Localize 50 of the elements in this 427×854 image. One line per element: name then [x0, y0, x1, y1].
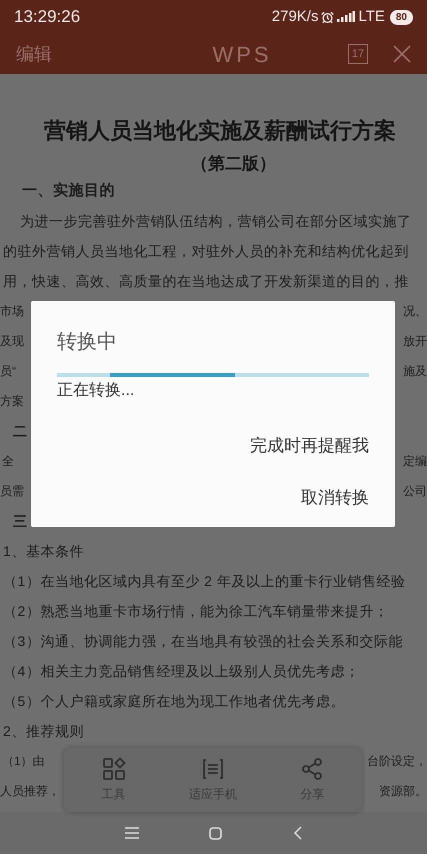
dialog-action-button[interactable]: 取消转换	[301, 482, 369, 512]
back-icon[interactable]	[292, 826, 302, 840]
grid-icon	[102, 757, 126, 781]
document-text: 市场	[0, 303, 24, 320]
edit-button[interactable]: 编辑	[16, 40, 76, 68]
document-text: 的驻外营销人员当地化工程，对驻外人员的补充和结构优化起到	[3, 242, 409, 260]
alarm-icon	[321, 10, 334, 24]
battery-indicator: 80	[390, 10, 413, 24]
document-text: 全	[2, 453, 14, 470]
document-text: （5）个人户籍或家庭所在地为现工作地者优先考虑。	[3, 692, 345, 710]
document-text: （4）相关主力竞品销售经理及以上级别人员优先考虑；	[3, 662, 360, 680]
app-logo: WPS	[212, 40, 272, 68]
document-text: 方案	[0, 393, 24, 410]
document-subtitle: （第二版）	[191, 153, 276, 176]
home-icon[interactable]	[209, 826, 222, 840]
document-text: 资源部。	[379, 783, 427, 800]
document-text: 放开	[403, 333, 427, 350]
document-text: 公司	[403, 483, 427, 500]
document-text: 三	[13, 512, 27, 530]
document-text: 及现	[0, 333, 24, 350]
document-text: （2）熟悉当地重卡市场行情，能为徐工汽车销量带来提升；	[3, 602, 388, 620]
document-text: 一、实施目的	[22, 180, 115, 201]
document-text: 员“	[0, 363, 16, 380]
document-lines-icon	[200, 757, 225, 781]
document-text: 人员推荐，	[0, 783, 60, 800]
page-count-button[interactable]: 17	[348, 44, 368, 64]
signal-icon	[337, 11, 356, 23]
document-text: （3）沟通、协调能力强，在当地具有较强的社会关系和交际能	[3, 632, 403, 650]
document-text: 为进一步完善驻外营销队伍结构，营销公司在部分区域实施了	[20, 212, 412, 230]
document-text: 施及	[403, 363, 427, 380]
document-text: 2、推荐规则	[3, 722, 84, 740]
menu-icon[interactable]	[125, 827, 140, 839]
network-type: LTE	[358, 6, 385, 27]
dialog-title: 转换中	[57, 330, 118, 355]
document-title: 营销人员当地化实施及薪酬试行方案	[44, 116, 396, 146]
document-text: 台阶设定，	[367, 753, 427, 770]
share-icon	[300, 757, 324, 781]
document-text: 况、	[403, 303, 427, 320]
document-text: （1）在当地化区域内具有至少 2 年及以上的重卡行业销售经验	[3, 572, 406, 590]
document-text: 员需	[0, 483, 24, 500]
close-icon[interactable]	[393, 45, 411, 63]
document-text: 定编	[403, 453, 427, 470]
dialog-action-button[interactable]: 完成时再提醒我	[250, 431, 369, 460]
document-text: 用，快速、高效、高质量的在当地达成了开发新渠道的目的，推	[3, 272, 409, 290]
document-text: 1、基本条件	[3, 542, 84, 560]
network-speed: 279K/s	[272, 6, 318, 27]
clock-text: 13:29:26	[14, 6, 80, 28]
document-text: （1）由	[2, 753, 45, 770]
dialog-message: 正在转换...	[57, 381, 136, 401]
document-text: 二	[13, 422, 27, 440]
